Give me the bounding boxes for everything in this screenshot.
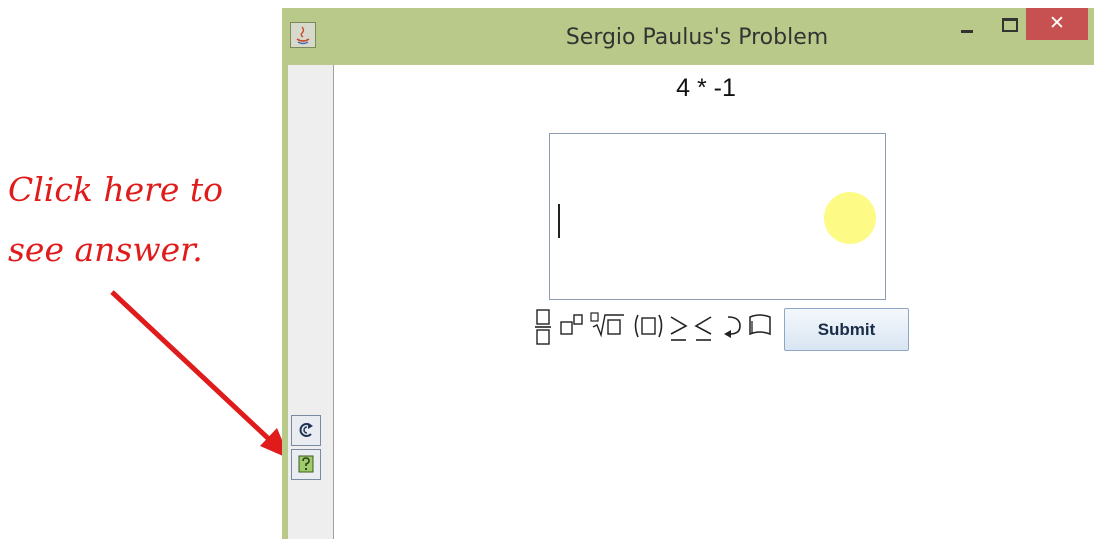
less-equal-icon[interactable] [693, 307, 715, 347]
close-icon: ✕ [1049, 12, 1065, 34]
problem-expression: 4 * -1 [676, 74, 736, 102]
client-area: 4 * -1 Submit [288, 65, 1094, 539]
title-bar[interactable]: Sergio Paulus's Problem ✕ [282, 8, 1094, 64]
clear-icon[interactable] [747, 307, 773, 347]
show-answer-icon [298, 455, 314, 473]
side-toolbar [288, 65, 334, 539]
window-title: Sergio Paulus's Problem [565, 25, 829, 50]
cursor-highlight [824, 192, 876, 244]
submit-button[interactable]: Submit [784, 308, 909, 351]
annotation-text: Click here to see answer. [8, 160, 223, 280]
nth-root-icon[interactable] [589, 307, 627, 347]
minimize-button[interactable] [949, 8, 987, 40]
text-caret [558, 204, 560, 238]
exponent-icon[interactable] [559, 307, 585, 347]
close-button[interactable]: ✕ [1026, 8, 1088, 40]
refresh-icon [299, 423, 313, 437]
app-window: Sergio Paulus's Problem ✕ 4 * -1 Submit [282, 8, 1094, 539]
refresh-button[interactable] [291, 415, 321, 446]
annotation-line-2: see answer. [8, 230, 203, 269]
annotation-line-1: Click here to [8, 170, 224, 209]
java-app-icon[interactable] [290, 22, 316, 48]
parentheses-icon[interactable] [631, 307, 667, 347]
fraction-icon[interactable] [533, 307, 555, 347]
maximize-button[interactable] [989, 8, 1027, 40]
undo-icon[interactable] [720, 307, 744, 347]
show-answer-button[interactable] [291, 449, 321, 480]
annotation-arrow [110, 290, 290, 459]
greater-equal-icon[interactable] [668, 307, 690, 347]
answer-input[interactable] [549, 133, 886, 300]
